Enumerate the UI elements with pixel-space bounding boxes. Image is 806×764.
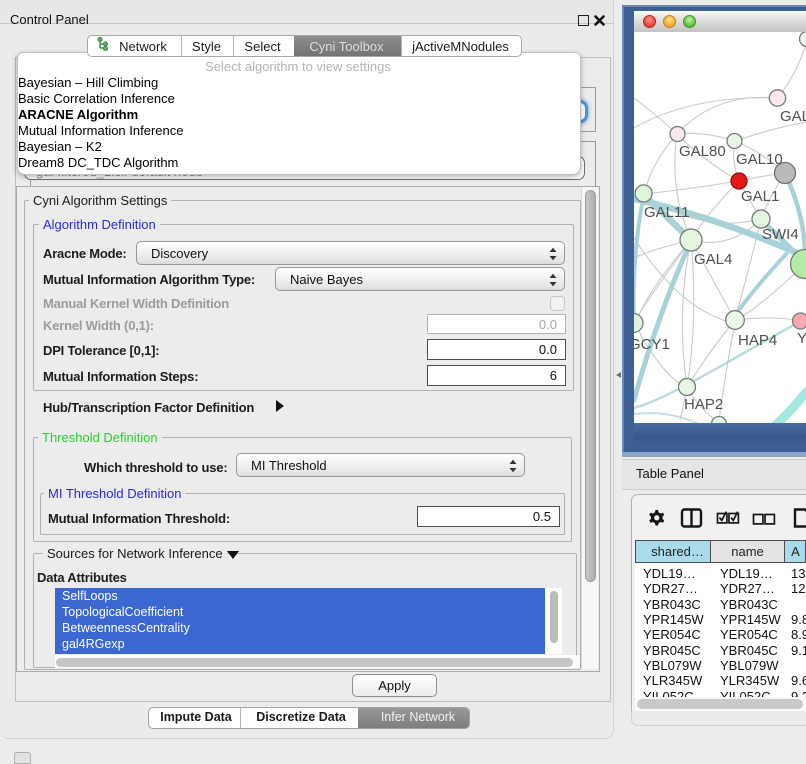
svg-text:GAL4: GAL4 xyxy=(694,251,732,268)
svg-text:HAP2: HAP2 xyxy=(684,396,723,413)
svg-text:GAL10: GAL10 xyxy=(736,151,783,168)
svg-text:GAL11: GAL11 xyxy=(644,204,690,221)
svg-text:GAL7: GAL7 xyxy=(780,108,806,125)
svg-text:GAL1: GAL1 xyxy=(741,188,779,205)
svg-text:GAL80: GAL80 xyxy=(679,143,726,160)
svg-text:YM: YM xyxy=(797,330,806,347)
svg-text:GCY1: GCY1 xyxy=(634,336,670,353)
svg-text:SWI4: SWI4 xyxy=(762,226,799,243)
svg-text:HAP4: HAP4 xyxy=(738,332,777,349)
